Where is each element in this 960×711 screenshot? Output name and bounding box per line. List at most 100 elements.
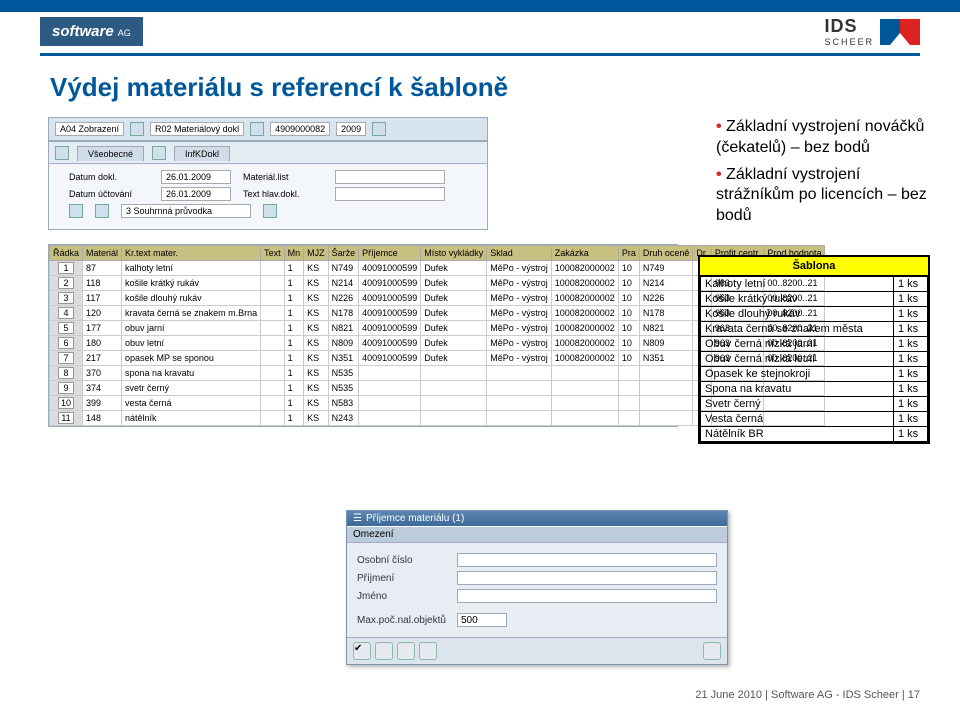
grid-cell: vesta černá [122, 396, 261, 411]
grid-cell [618, 366, 639, 381]
grid-cell [261, 291, 285, 306]
val-datum-uct[interactable]: 26.01.2009 [161, 187, 231, 201]
grid-header: Text [261, 246, 285, 261]
grid-cell: MěPo - výstroj [487, 291, 552, 306]
val-souhrnna[interactable]: 3 Souhrnná průvodka [121, 204, 251, 218]
sablona-cell: 1 ks [894, 276, 928, 291]
popup-ok-button[interactable]: ✔ [353, 642, 371, 660]
val-datum-dokl[interactable]: 26.01.2009 [161, 170, 231, 184]
grid-cell: 40091000599 [359, 261, 421, 276]
grid-cell [421, 381, 487, 396]
grid-cell: N226 [328, 291, 359, 306]
grid-cell [261, 381, 285, 396]
grid-cell: KS [304, 306, 329, 321]
lbl-material-list: Materiál.list [243, 172, 323, 182]
sablona-cell: Opasek ke stejnokroji [701, 366, 894, 381]
grid-cell: 3 [50, 291, 83, 306]
vendor-icon[interactable] [152, 146, 166, 160]
grid-cell: Dufek [421, 261, 487, 276]
grid-cell: 1 [284, 396, 304, 411]
grid-cell: 10 [50, 396, 83, 411]
grid-cell: 118 [83, 276, 122, 291]
grid-cell: 5 [50, 321, 83, 336]
grid-cell [359, 396, 421, 411]
bullet-2: Základní vystrojení strážníkům po licenc… [716, 165, 930, 227]
grid-cell: Dufek [421, 321, 487, 336]
tab-infkdokl[interactable]: InfKDokl [174, 146, 230, 161]
grid-cell: košile dlouhý rukáv [122, 291, 261, 306]
popup-help-button[interactable] [375, 642, 393, 660]
grid-cell [261, 276, 285, 291]
grid-cell: 40091000599 [359, 306, 421, 321]
sablona-row: Spona na kravatu1 ks [701, 381, 928, 396]
grid-cell [261, 321, 285, 336]
sablona-cell: Obuv černá nízká jarní [701, 336, 894, 351]
grid-cell: 10 [618, 351, 639, 366]
grid-cell: 87 [83, 261, 122, 276]
grid-cell: 1 [284, 381, 304, 396]
val-material-list[interactable] [335, 170, 445, 184]
grid-header: Druh oceně [639, 246, 693, 261]
popup-tool-button[interactable] [397, 642, 415, 660]
grid-cell: 1 [284, 411, 304, 426]
grid-cell: 177 [83, 321, 122, 336]
grid-cell [639, 381, 693, 396]
sablona-cell: 1 ks [894, 426, 928, 441]
popup-field-jmeno[interactable] [457, 589, 717, 603]
sablona-cell: 1 ks [894, 396, 928, 411]
sablona-row: Vesta černá1 ks [701, 411, 928, 426]
dropdown-icon[interactable] [250, 122, 264, 136]
popup-field-osobni[interactable] [457, 553, 717, 567]
grid-cell: 1 [284, 321, 304, 336]
grid-cell: MěPo - výstroj [487, 321, 552, 336]
sablona-row: Kalhoty letní1 ks [701, 276, 928, 291]
popup-field-prijmeni[interactable] [457, 571, 717, 585]
grid-cell: N214 [639, 276, 693, 291]
grid-cell: KS [304, 261, 329, 276]
grid-cell: 1 [284, 291, 304, 306]
grid-cell: 40091000599 [359, 336, 421, 351]
grid-cell: 40091000599 [359, 321, 421, 336]
grid-cell: 100082000002 [551, 351, 618, 366]
print-icon[interactable] [69, 204, 83, 218]
logo-row: software AG IDS SCHEER [0, 12, 960, 47]
check-icon[interactable] [95, 204, 109, 218]
grid-cell: 217 [83, 351, 122, 366]
popup-field-max[interactable]: 500 [457, 613, 507, 627]
dropdown-icon[interactable] [130, 122, 144, 136]
sablona-cell: Svetr černý [701, 396, 894, 411]
grid-cell: obuv jarní [122, 321, 261, 336]
field-docnum[interactable]: 4909000082 [270, 122, 330, 136]
sablona-table: Šablona Kalhoty letní1 ksKošile krátký r… [698, 255, 930, 444]
grid-cell [421, 366, 487, 381]
grid-cell: opasek MP se sponou [122, 351, 261, 366]
collapse-icon[interactable] [55, 146, 69, 160]
field-year[interactable]: 2009 [336, 122, 366, 136]
grid-cell [261, 261, 285, 276]
dropdown-icon[interactable] [263, 204, 277, 218]
popup-tool2-button[interactable] [419, 642, 437, 660]
sablona-header: Šablona [700, 257, 928, 276]
grid-cell [618, 381, 639, 396]
grid-cell: 4 [50, 306, 83, 321]
info-icon[interactable] [372, 122, 386, 136]
grid-cell [639, 366, 693, 381]
grid-header: Místo vykládky [421, 246, 487, 261]
grid-cell: N809 [328, 336, 359, 351]
grid-cell: N749 [639, 261, 693, 276]
popup-omezeni: Omezení [347, 526, 727, 543]
field-r02[interactable]: R02 Materiálový dokl [150, 122, 244, 136]
ids-bottom: SCHEER [824, 37, 874, 47]
grid-cell: N583 [328, 396, 359, 411]
field-a04[interactable]: A04 Zobrazení [55, 122, 124, 136]
popup-lbl-prijmeni: Příjmení [357, 573, 457, 584]
grid-cell: MěPo - výstroj [487, 351, 552, 366]
grid-header: Sklad [487, 246, 552, 261]
grid-cell: N214 [328, 276, 359, 291]
grid-cell [359, 381, 421, 396]
sablona-cell: 1 ks [894, 336, 928, 351]
tab-vseobecne[interactable]: Všeobecné [77, 146, 144, 161]
val-text-hlav[interactable] [335, 187, 445, 201]
popup-close-button[interactable] [703, 642, 721, 660]
grid-cell: obuv letní [122, 336, 261, 351]
